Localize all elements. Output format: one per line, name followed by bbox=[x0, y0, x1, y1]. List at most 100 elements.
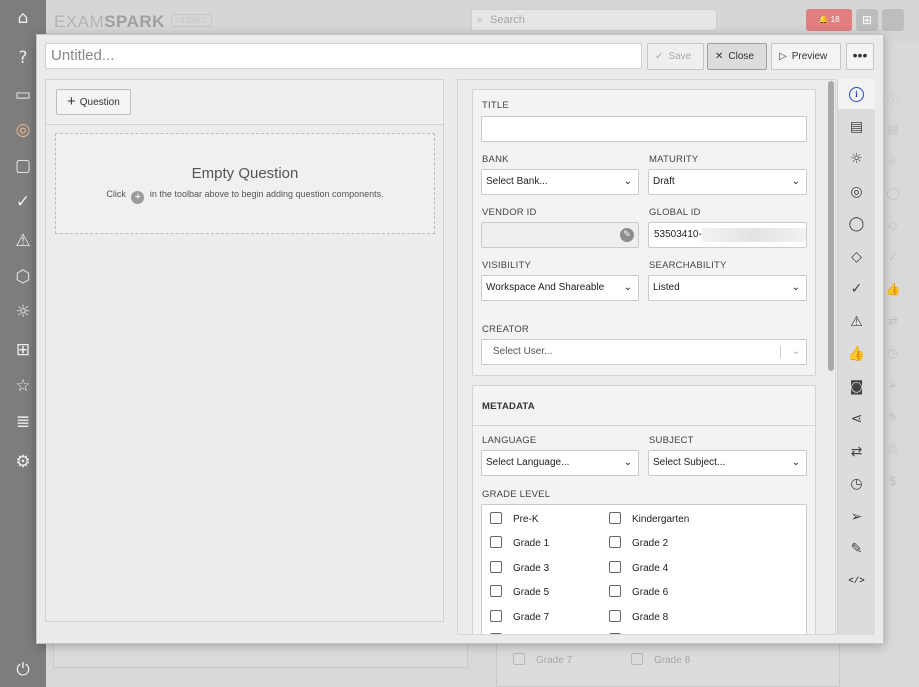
close-button[interactable]: ✕ Close bbox=[707, 43, 767, 70]
help-icon[interactable]: ? bbox=[11, 46, 35, 70]
checkbox-partial[interactable] bbox=[609, 633, 632, 634]
vendor-id-field[interactable]: ✎ bbox=[481, 222, 639, 248]
clock-icon: ◷ bbox=[850, 476, 863, 492]
tab-clock[interactable]: ◷ bbox=[838, 469, 875, 499]
grade-level-label: GRADE LEVEL bbox=[482, 489, 551, 500]
plus-circle-icon: + bbox=[131, 191, 145, 204]
tab-target[interactable]: ◎ bbox=[838, 177, 875, 207]
tab-comment[interactable]: ◯ bbox=[838, 209, 875, 239]
settings-icon[interactable]: ⚙ bbox=[11, 450, 35, 474]
question-title-input[interactable]: Untitled... bbox=[45, 43, 642, 69]
chevron-down-icon: ⌄ bbox=[623, 282, 632, 293]
tab-lightbulb[interactable]: ☼ bbox=[838, 144, 875, 174]
maturity-label: MATURITY bbox=[649, 154, 699, 165]
check-circle-icon[interactable]: ✓ bbox=[11, 190, 35, 214]
chevron-down-icon: ⌄ bbox=[791, 176, 800, 187]
vendor-id-label: VENDOR ID bbox=[482, 207, 537, 218]
paperclip-icon: ✎ bbox=[850, 541, 863, 557]
notifications-button[interactable]: 🔔 18 bbox=[806, 9, 852, 31]
creator-select[interactable]: Select User... ⌄ bbox=[481, 339, 807, 365]
background-panel bbox=[53, 642, 468, 668]
comment-icon: ◯ bbox=[886, 186, 900, 200]
version-badge: v3.296.1 bbox=[171, 14, 212, 27]
title-field[interactable] bbox=[481, 116, 807, 142]
subject-select[interactable]: Select Subject... ⌄ bbox=[648, 450, 807, 476]
edit-icon[interactable]: ✎ bbox=[620, 228, 634, 242]
book-icon: ▤ bbox=[887, 122, 899, 136]
visibility-select[interactable]: Workspace And Shareable ⌄ bbox=[481, 275, 639, 301]
checkbox-kindergarten[interactable]: Kindergarten bbox=[609, 512, 689, 525]
checkbox-grade-5[interactable]: Grade 5 bbox=[490, 585, 549, 598]
folder-icon[interactable]: ▢ bbox=[11, 154, 35, 178]
check-icon: ✓ bbox=[655, 51, 664, 62]
chevron-down-icon: ⌄ bbox=[791, 282, 800, 293]
tab-send[interactable]: ➢ bbox=[838, 502, 875, 532]
send-icon: ➢ bbox=[887, 378, 899, 392]
checkbox-grade-4[interactable]: Grade 4 bbox=[609, 561, 668, 574]
lightbulb-icon[interactable]: ☼ bbox=[11, 300, 35, 324]
select-separator bbox=[780, 346, 781, 358]
tab-attachments[interactable]: ✎ bbox=[838, 534, 875, 564]
tab-share[interactable]: ⋖ bbox=[838, 404, 875, 434]
print-icon: ⎙ bbox=[888, 442, 898, 456]
properties-scrollbar[interactable] bbox=[828, 81, 834, 371]
cube-icon[interactable]: ⬡ bbox=[11, 265, 35, 289]
power-icon[interactable]: ⏻ bbox=[11, 658, 35, 682]
network-icon[interactable]: ⊞ bbox=[11, 338, 35, 362]
bank-select[interactable]: Select Bank... ⌄ bbox=[481, 169, 639, 195]
global-search-input[interactable]: ⌕ Search bbox=[471, 9, 717, 31]
checkbox-grade-8[interactable]: Grade 8 bbox=[609, 610, 668, 623]
code-icon: </> bbox=[848, 576, 865, 586]
tab-check[interactable]: ✓ bbox=[838, 274, 875, 304]
tab-code[interactable]: </> bbox=[838, 566, 875, 596]
metadata-card: METADATA LANGUAGE Select Language... ⌄ SU… bbox=[472, 385, 816, 634]
apps-grid-button[interactable]: ⊞ bbox=[856, 9, 878, 31]
avatar[interactable] bbox=[882, 9, 904, 31]
info-icon: ⓘ bbox=[886, 92, 899, 106]
tab-info[interactable]: i bbox=[838, 79, 875, 109]
checkbox-pre-k[interactable]: Pre-K bbox=[490, 512, 539, 525]
app-logo: EXAMSPARK bbox=[54, 12, 165, 31]
preview-button[interactable]: ▷ Preview bbox=[771, 43, 841, 70]
server-icon[interactable]: ≣ bbox=[11, 410, 35, 434]
tab-warning[interactable]: ⚠ bbox=[838, 307, 875, 337]
chevron-down-icon: ⌄ bbox=[623, 457, 632, 468]
tab-thumbs-up[interactable]: 👍 bbox=[838, 339, 875, 369]
checkbox-grade-7[interactable]: Grade 7 bbox=[490, 610, 549, 623]
question-editor-modal: Untitled... ✓ Save ✕ Close ▷ Preview ••• + Q… bbox=[36, 34, 884, 644]
warning-icon: ⚠ bbox=[850, 314, 863, 330]
tab-camera[interactable]: ◙ bbox=[838, 372, 875, 402]
more-options-button[interactable]: ••• bbox=[846, 43, 874, 70]
tag-icon: ◇ bbox=[851, 249, 862, 265]
tab-tag[interactable]: ◇ bbox=[838, 242, 875, 272]
bg-checkbox-grade-7: Grade 7 bbox=[513, 653, 572, 666]
checkbox-grade-6[interactable]: Grade 6 bbox=[609, 585, 668, 598]
image-icon[interactable]: ▭ bbox=[11, 83, 35, 107]
properties-panel: TITLE BANK Select Bank... ⌄ MATURITY Draf… bbox=[457, 79, 836, 635]
target-icon[interactable]: ◎ bbox=[11, 118, 35, 142]
home-icon[interactable]: ⌂ bbox=[11, 6, 35, 30]
save-button[interactable]: ✓ Save bbox=[647, 43, 704, 70]
checkbox-grade-1[interactable]: Grade 1 bbox=[490, 536, 549, 549]
close-icon: ✕ bbox=[715, 51, 724, 62]
warning-icon[interactable]: ⚠ bbox=[11, 229, 35, 253]
add-question-button[interactable]: + Question bbox=[56, 89, 131, 115]
tab-swap[interactable]: ⇄ bbox=[838, 437, 875, 467]
award-icon[interactable]: ☆ bbox=[11, 374, 35, 398]
tab-book[interactable]: ▤ bbox=[838, 112, 875, 142]
grade-level-list: Pre-K Kindergarten Grade 1 Grade 2 Grade… bbox=[481, 504, 807, 634]
target-icon: ◎ bbox=[850, 184, 863, 200]
maturity-select[interactable]: Draft ⌄ bbox=[648, 169, 807, 195]
checkbox-partial[interactable] bbox=[490, 633, 513, 634]
question-toolbar: + Question bbox=[46, 80, 443, 125]
language-select[interactable]: Select Language... ⌄ bbox=[481, 450, 639, 476]
swap-icon: ⇄ bbox=[850, 444, 863, 460]
searchability-select[interactable]: Listed ⌄ bbox=[648, 275, 807, 301]
searchability-label: SEARCHABILITY bbox=[649, 260, 727, 271]
checkbox-grade-3[interactable]: Grade 3 bbox=[490, 561, 549, 574]
checkbox-grade-2[interactable]: Grade 2 bbox=[609, 536, 668, 549]
dollar-icon: $ bbox=[889, 474, 897, 488]
global-id-field[interactable]: 53503410- bbox=[648, 222, 807, 248]
lightbulb-icon: ☼ bbox=[887, 154, 899, 168]
empty-question-hint: Click + in the toolbar above to begin ad… bbox=[106, 189, 384, 204]
